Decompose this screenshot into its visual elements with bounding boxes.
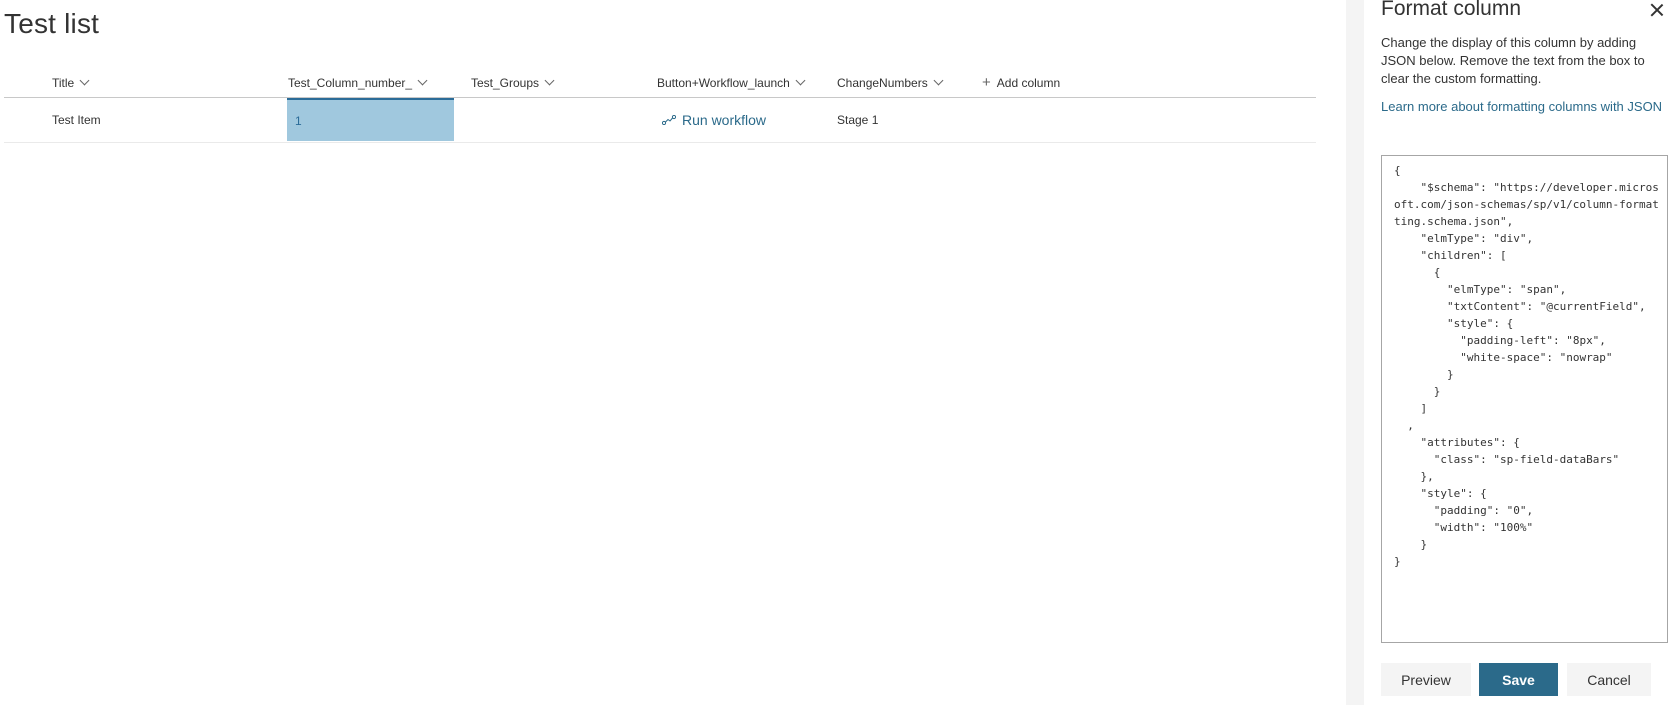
column-header-button-workflow-launch[interactable]: Button+Workflow_launch — [657, 73, 806, 93]
title-cell[interactable]: Test Item — [52, 98, 101, 142]
learn-more-link[interactable]: Learn more about formatting columns with… — [1381, 98, 1665, 116]
chevron-down-icon — [795, 75, 806, 86]
column-header-test-column-number[interactable]: Test_Column_number_ — [288, 73, 428, 93]
workflow-icon — [662, 115, 676, 125]
run-workflow-label: Run workflow — [682, 112, 767, 128]
page-title: Test list — [4, 8, 100, 39]
column-header-change-numbers[interactable]: ChangeNumbers — [837, 73, 944, 93]
chevron-down-icon — [79, 75, 90, 86]
panel-description: Change the display of this column by add… — [1381, 35, 1645, 86]
change-numbers-cell: Stage 1 — [837, 113, 879, 127]
chevron-down-icon — [544, 75, 555, 86]
list-view: Test list Title Test_Column_number_ Test… — [0, 0, 1346, 705]
workflow-cell: Run workflow — [662, 98, 766, 142]
save-button[interactable]: Save — [1479, 663, 1558, 696]
chevron-down-icon — [417, 75, 428, 86]
chevron-down-icon — [933, 75, 944, 86]
column-header-label: Title — [52, 76, 75, 90]
panel-title: Format column — [1381, 0, 1522, 20]
table-row[interactable]: Test Item Run workflow Stage 1 — [4, 98, 1316, 143]
add-column-label: Add column — [996, 76, 1061, 90]
cancel-button[interactable]: Cancel — [1567, 663, 1651, 696]
page: Test list Title Test_Column_number_ Test… — [0, 0, 1674, 705]
preview-button[interactable]: Preview — [1381, 663, 1471, 696]
column-header-label: Button+Workflow_launch — [657, 76, 790, 90]
run-workflow-link[interactable]: Run workflow — [662, 112, 766, 128]
format-column-panel: Format column Change the display of this… — [1364, 0, 1674, 705]
column-header-label: ChangeNumbers — [837, 76, 928, 90]
close-icon[interactable] — [1649, 2, 1665, 18]
column-header-label: Test_Column_number_ — [288, 76, 413, 90]
column-header-label: Test_Groups — [471, 76, 540, 90]
column-header-title[interactable]: Title — [52, 73, 90, 93]
add-column-button[interactable]: + Add column — [982, 73, 1060, 93]
plus-icon: + — [982, 74, 991, 91]
column-header-test-groups[interactable]: Test_Groups — [471, 73, 555, 93]
panel-divider — [1346, 0, 1364, 705]
json-editor[interactable]: { "$schema": "https://developer.microsof… — [1381, 155, 1668, 643]
